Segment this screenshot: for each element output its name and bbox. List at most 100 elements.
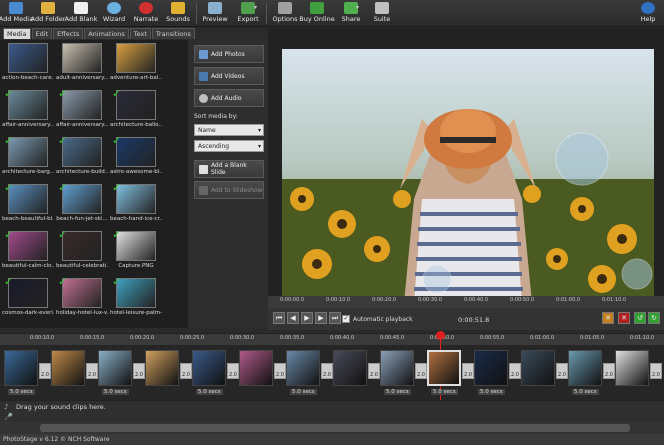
timeline-clip[interactable]: [568, 350, 602, 386]
rotate-left-button[interactable]: ↺: [634, 312, 646, 324]
timeline-clip[interactable]: [615, 350, 649, 386]
timeline-clip[interactable]: [521, 350, 555, 386]
narrate-button[interactable]: Narrate: [134, 1, 158, 26]
preview-ruler[interactable]: 0:00:00.0 0:00:10.0 0:00:20.0 0:00:30.0 0:00…: [268, 296, 664, 308]
preview-button[interactable]: Preview: [202, 1, 228, 26]
timeline-clip[interactable]: [4, 350, 38, 386]
media-item[interactable]: ✓ architecture-ballo...: [110, 88, 162, 135]
media-item[interactable]: ✓ affair-anniversary...: [2, 88, 54, 135]
sort-select[interactable]: Name ▾: [194, 124, 264, 136]
transition-marker[interactable]: 2.0: [133, 363, 145, 379]
add-blank-slide-button[interactable]: Add a Blank Slide: [194, 160, 264, 178]
media-item[interactable]: ✓ cosmos-dark-everi...: [2, 276, 54, 323]
crop-button[interactable]: ✕: [602, 312, 614, 324]
timeline-clip[interactable]: [192, 350, 226, 386]
transition-marker[interactable]: 2.0: [415, 363, 427, 379]
transition-marker[interactable]: 2.0: [509, 363, 521, 379]
tab-text[interactable]: Text: [129, 28, 151, 39]
timeline-clip[interactable]: [380, 350, 414, 386]
tab-edit[interactable]: Edit: [31, 28, 53, 39]
tab-effects[interactable]: Effects: [53, 28, 84, 39]
transition-marker[interactable]: 2.0: [227, 363, 239, 379]
add-photos-button[interactable]: Add Photos: [194, 45, 264, 63]
add-media-button[interactable]: Add Media: [0, 1, 33, 26]
media-item[interactable]: ✓ beach-fun-jet-ski...: [56, 182, 108, 229]
transition-marker[interactable]: 2.0: [274, 363, 286, 379]
options-icon: [278, 2, 292, 14]
help-button[interactable]: Help: [638, 1, 658, 26]
media-item[interactable]: ✓ architecture-barg...: [2, 135, 54, 182]
options-button[interactable]: Options: [272, 1, 298, 26]
transition-marker[interactable]: 2.0: [321, 363, 333, 379]
media-item-label: action-beach-care...: [2, 75, 54, 81]
transition-marker[interactable]: 2.0: [650, 363, 662, 379]
media-item[interactable]: adult-anniversary...: [56, 42, 108, 88]
timeline-clip[interactable]: [98, 350, 132, 386]
step-forward-button[interactable]: ▶: [315, 312, 327, 324]
media-item[interactable]: ✓ architecture-build...: [56, 135, 108, 182]
wizard-button[interactable]: Wizard: [103, 1, 125, 26]
transition-marker[interactable]: 2.0: [556, 363, 568, 379]
media-item[interactable]: ✓ beach-hand-ice-cr...: [110, 182, 162, 229]
order-select[interactable]: Ascending ▾: [194, 140, 264, 152]
playhead-handle[interactable]: [436, 331, 445, 340]
ruler-tick-label: 0:00:20.0: [372, 297, 397, 303]
checkmark-icon: ✓: [112, 228, 122, 241]
share-dropdown-icon[interactable]: ▾: [356, 4, 359, 11]
timeline-ruler[interactable]: 0:00:10.0 0:00:15.0 0:00:20.0 0:00:25.0 0:00…: [0, 333, 664, 345]
transition-marker[interactable]: 2.0: [368, 363, 380, 379]
preview-image: [282, 49, 654, 303]
export-dropdown-icon[interactable]: ▾: [254, 4, 257, 11]
add-to-slideshow-button[interactable]: Add to Slideshow: [194, 181, 264, 199]
rotate-right-button[interactable]: ↻: [648, 312, 660, 324]
transition-marker[interactable]: 2.0: [603, 363, 615, 379]
transition-marker[interactable]: 2.0: [180, 363, 192, 379]
timeline-clip[interactable]: [474, 350, 508, 386]
media-item[interactable]: ✓ holiday-hotel-lux-v...: [56, 276, 108, 323]
transition-marker[interactable]: 2.0: [86, 363, 98, 379]
timeline-clip[interactable]: [145, 350, 179, 386]
status-bar: PhotoStage v 6.12 © NCH Software: [0, 434, 664, 445]
add-videos-button[interactable]: Add Videos: [194, 67, 264, 85]
media-item[interactable]: ✓ astro-awesome-bl...: [110, 135, 162, 182]
add-blank-button[interactable]: Add Blank: [65, 1, 97, 26]
play-button[interactable]: ▶: [301, 312, 313, 324]
timeline-track[interactable]: 2.0 5.0 secs 2.0 2.0 5.0 secs 2.0 2.0 5.0 secs 2…: [0, 331, 664, 400]
add-audio-button[interactable]: Add Audio: [194, 89, 264, 107]
media-item[interactable]: ✓ hotel-leisure-palm-...: [110, 276, 162, 323]
timeline-clip[interactable]: [333, 350, 367, 386]
tab-transitions[interactable]: Transitions: [151, 28, 195, 39]
media-item[interactable]: ✓ affair-anniversary...: [56, 88, 108, 135]
transition-marker[interactable]: 2.0: [462, 363, 474, 379]
add-folder-button[interactable]: Add Folder: [31, 1, 65, 26]
tab-media[interactable]: Media: [3, 28, 31, 39]
media-item-label: beautiful-celebrati...: [56, 263, 108, 269]
media-thumbnail: [116, 43, 156, 73]
sound-track[interactable]: ♪ Drag your sound clips here. 🎤: [0, 400, 664, 422]
media-item[interactable]: adventure-art-bal...: [110, 42, 162, 88]
step-back-button[interactable]: ◀: [287, 312, 299, 324]
timeline-clip[interactable]: [51, 350, 85, 386]
tab-animations[interactable]: Animations: [84, 28, 129, 39]
skip-end-button[interactable]: ⏭: [329, 312, 341, 324]
media-item[interactable]: ✓ beautiful-calm-clo...: [2, 228, 54, 276]
suite-button[interactable]: Suite: [372, 1, 392, 26]
suite-icon: [375, 2, 389, 14]
skip-start-button[interactable]: ⏮: [273, 312, 285, 324]
transition-marker[interactable]: 2.0: [39, 363, 51, 379]
media-item[interactable]: action-beach-care...: [2, 42, 54, 88]
timeline-clip[interactable]: [427, 350, 461, 386]
media-item[interactable]: ✓ beautiful-celebrati...: [56, 229, 108, 276]
checkmark-icon: ✓: [4, 228, 14, 241]
delete-button[interactable]: ✕: [618, 312, 630, 324]
timeline-scrollbar[interactable]: [0, 422, 664, 434]
sounds-button[interactable]: Sounds: [166, 1, 190, 26]
autoplay-checkbox[interactable]: ✓: [342, 315, 350, 323]
buy-online-button[interactable]: Buy Online: [299, 1, 335, 26]
media-item[interactable]: ✓ Capture.PNG: [110, 228, 162, 276]
media-item[interactable]: ✓ beach-beautiful-bl...: [2, 182, 54, 229]
timeline-clip[interactable]: [286, 350, 320, 386]
scrollbar-thumb[interactable]: [40, 424, 630, 432]
timeline-clip[interactable]: [239, 350, 273, 386]
ruler-tick-label: 0:01:00.0: [530, 335, 555, 341]
